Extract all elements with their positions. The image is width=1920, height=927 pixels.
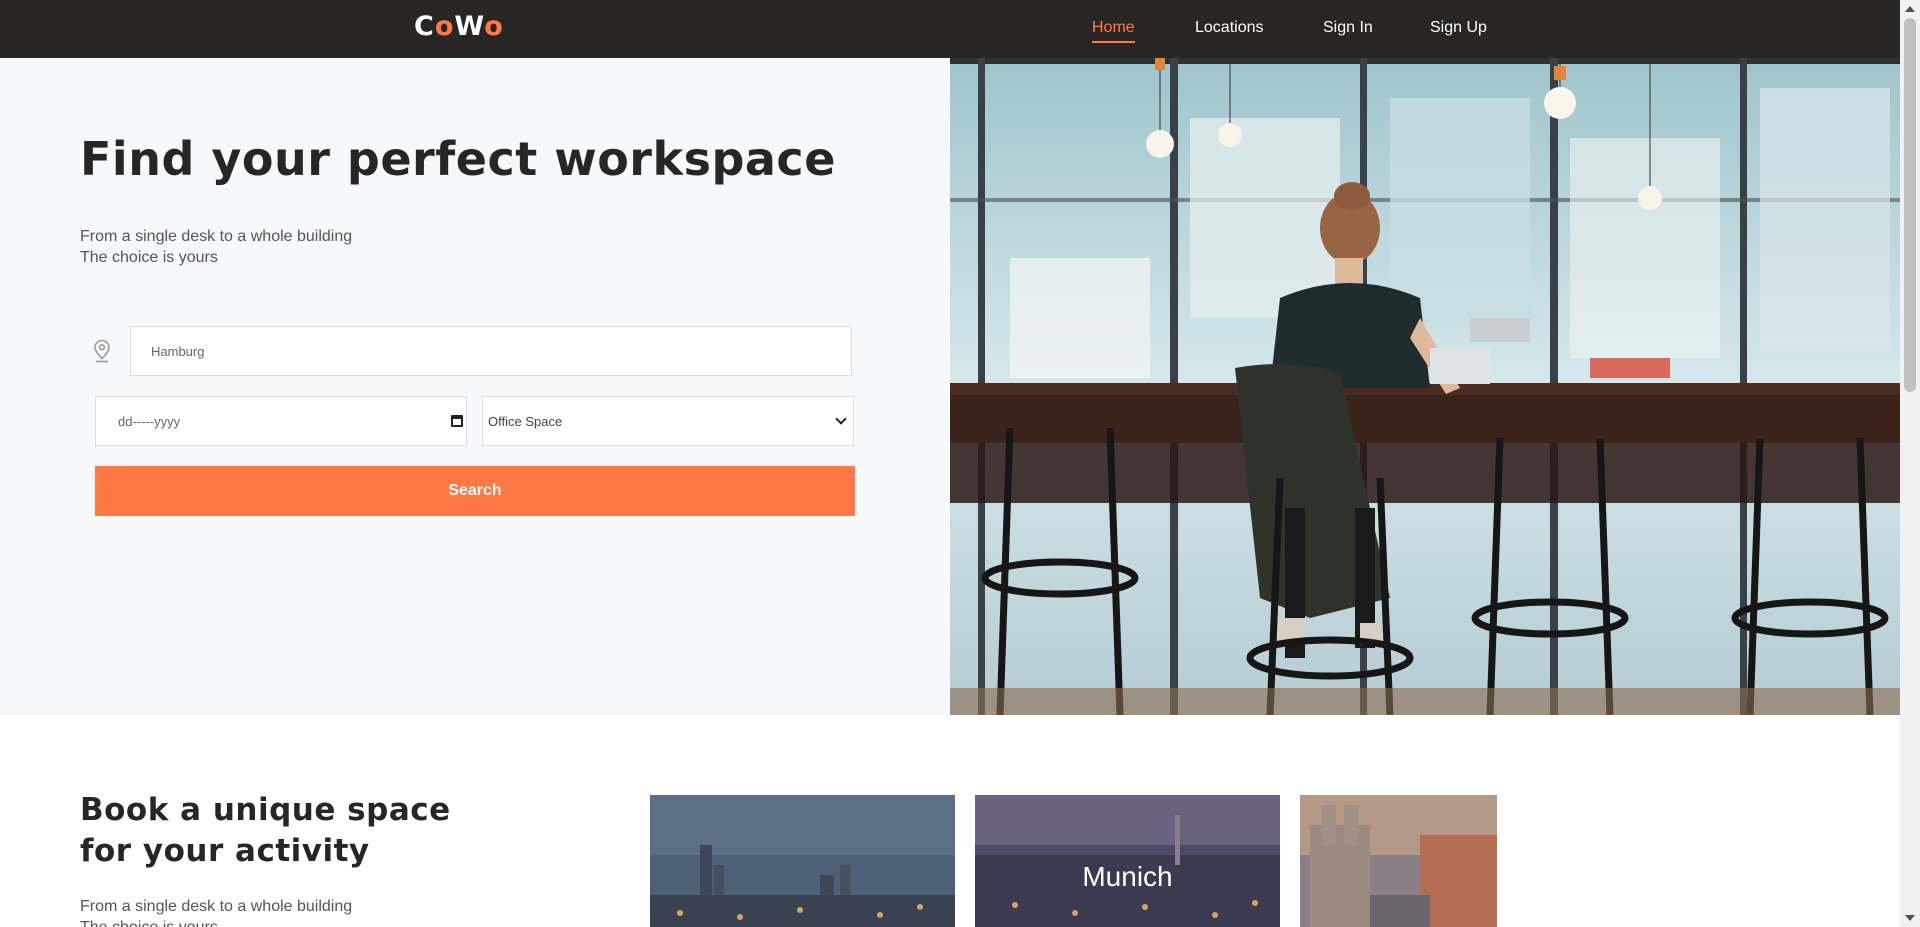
nav-link-sign-up[interactable]: Sign Up <box>1430 19 1487 37</box>
section-title-line: for your activity <box>80 833 370 869</box>
scroll-down-arrow-icon[interactable] <box>1905 915 1915 921</box>
logo-letter: C <box>414 11 435 42</box>
city-card-munich[interactable]: Munich <box>975 795 1280 927</box>
top-navbar: CoWo Home Locations Sign In Sign Up <box>0 0 1900 58</box>
hero-title: Find your perfect workspace <box>80 132 836 186</box>
city-card-image <box>650 795 955 927</box>
nav-link-sign-in[interactable]: Sign In <box>1323 19 1373 37</box>
section-subtitle-line: The choice is yours <box>80 917 352 927</box>
space-type-selected: Office Space <box>488 413 563 429</box>
date-input[interactable]: dd-----yyyy <box>95 396 467 446</box>
city-card[interactable] <box>1300 795 1497 927</box>
cowo-logo[interactable]: CoWo <box>414 11 504 42</box>
section-title: Book a unique space for your activity <box>80 790 451 872</box>
city-card-label: Munich <box>1082 861 1173 892</box>
hero-subtitle: From a single desk to a whole building T… <box>80 226 352 268</box>
scroll-up-arrow-icon[interactable] <box>1905 6 1915 12</box>
logo-letter: o <box>434 11 455 42</box>
hero-image <box>950 58 1900 715</box>
hero-subtitle-line: The choice is yours <box>80 249 218 266</box>
section-subtitle-line: From a single desk to a whole building <box>80 898 353 915</box>
section-subtitle: From a single desk to a whole building T… <box>80 896 352 927</box>
location-input[interactable] <box>130 326 852 376</box>
space-type-select[interactable]: Office Space <box>482 396 854 446</box>
date-placeholder: dd-----yyyy <box>118 413 181 429</box>
map-pin-icon <box>94 339 110 363</box>
logo-letter: W <box>454 11 485 42</box>
city-card-image <box>1300 795 1497 927</box>
scrollbar-thumb[interactable] <box>1904 18 1916 392</box>
page-scrollbar[interactable] <box>1900 0 1920 927</box>
search-button[interactable]: Search <box>95 466 855 516</box>
coworking-photo <box>950 58 1900 715</box>
nav-link-home[interactable]: Home <box>1092 19 1135 43</box>
logo-letter: o <box>484 11 504 42</box>
city-card[interactable] <box>650 795 955 927</box>
chevron-down-icon <box>835 413 847 425</box>
calendar-icon[interactable] <box>451 415 463 427</box>
section-title-line: Book a unique space <box>80 792 451 828</box>
nav-link-locations[interactable]: Locations <box>1195 19 1264 37</box>
hero-subtitle-line: From a single desk to a whole building <box>80 228 353 245</box>
